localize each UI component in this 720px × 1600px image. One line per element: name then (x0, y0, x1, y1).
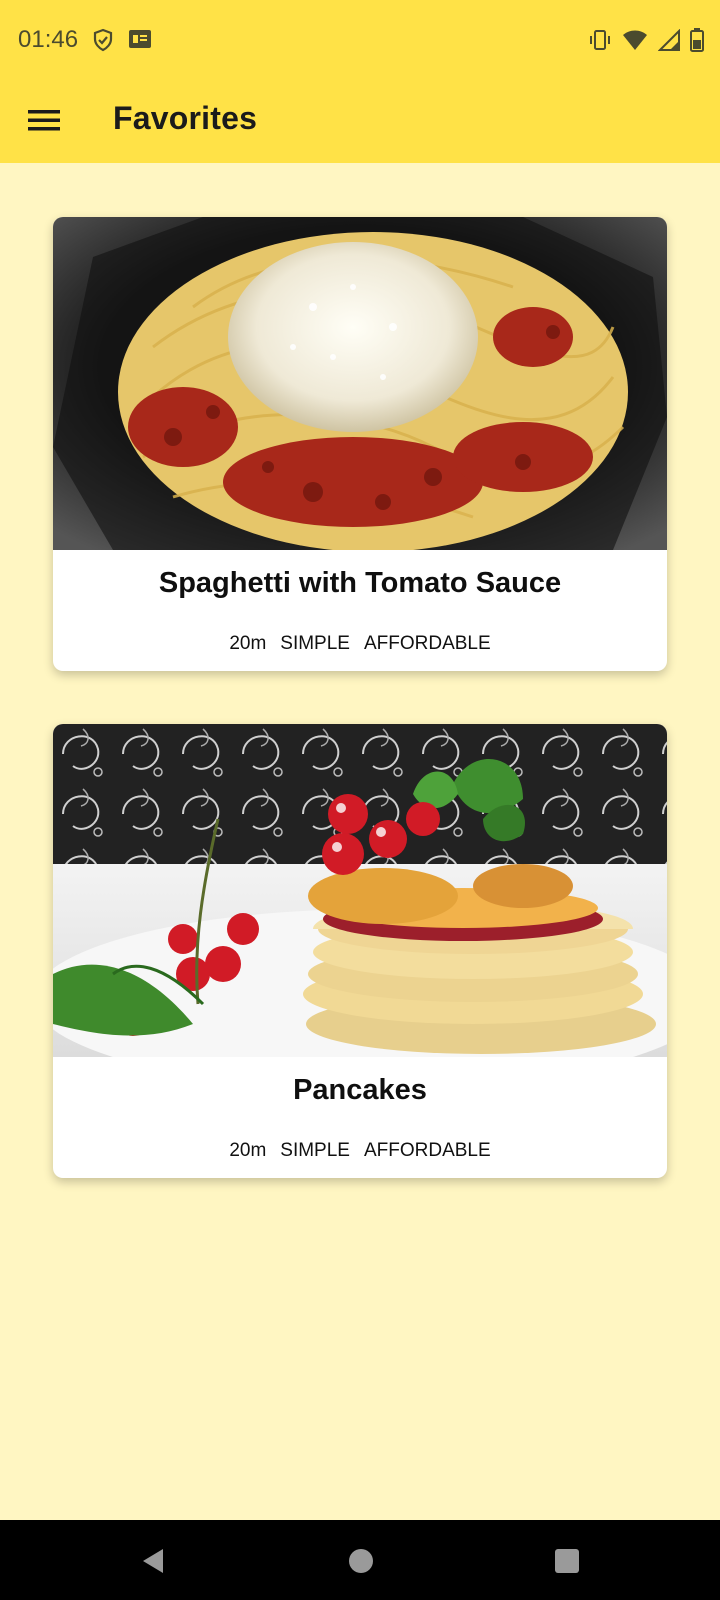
hamburger-menu-icon (28, 108, 60, 132)
home-icon (346, 1546, 376, 1576)
home-button[interactable] (346, 1546, 376, 1576)
news-badge-icon (128, 28, 152, 52)
wifi-icon (622, 28, 648, 52)
vibrate-icon (588, 28, 612, 52)
signal-icon (658, 29, 680, 51)
back-icon (138, 1546, 168, 1576)
recents-icon (552, 1546, 582, 1576)
menu-button[interactable] (22, 98, 66, 142)
page-title: Favorites (113, 100, 258, 136)
status-bar: 01:46 (0, 0, 720, 80)
meal-complexity: SIMPLE (280, 633, 350, 654)
system-nav-bar (0, 1520, 720, 1600)
meal-card-pancakes[interactable]: Pancakes 20m SIMPLE AFFORDABLE (53, 724, 667, 1178)
battery-icon (690, 28, 704, 52)
meal-duration: 20m (229, 633, 267, 654)
meal-affordability: AFFORDABLE (363, 1140, 491, 1161)
app-bar: Favorites (0, 80, 720, 163)
meal-title: Spaghetti with Tomato Sauce (158, 567, 562, 599)
back-button[interactable] (138, 1546, 168, 1576)
meal-card-spaghetti[interactable]: Spaghetti with Tomato Sauce 20m SIMPLE A… (53, 217, 667, 671)
recents-button[interactable] (552, 1546, 582, 1576)
meal-duration: 20m (229, 1140, 267, 1161)
shield-check-icon (92, 28, 114, 52)
meal-meta: 20m SIMPLE AFFORDABLE (53, 633, 667, 655)
status-time: 01:46 (18, 26, 79, 53)
meal-complexity: SIMPLE (280, 1140, 350, 1161)
spaghetti-photo (53, 217, 667, 552)
meal-meta: 20m SIMPLE AFFORDABLE (53, 1140, 667, 1162)
meal-affordability: AFFORDABLE (363, 633, 491, 654)
pancakes-photo (53, 724, 667, 1089)
meal-title: Pancakes (293, 1074, 427, 1106)
